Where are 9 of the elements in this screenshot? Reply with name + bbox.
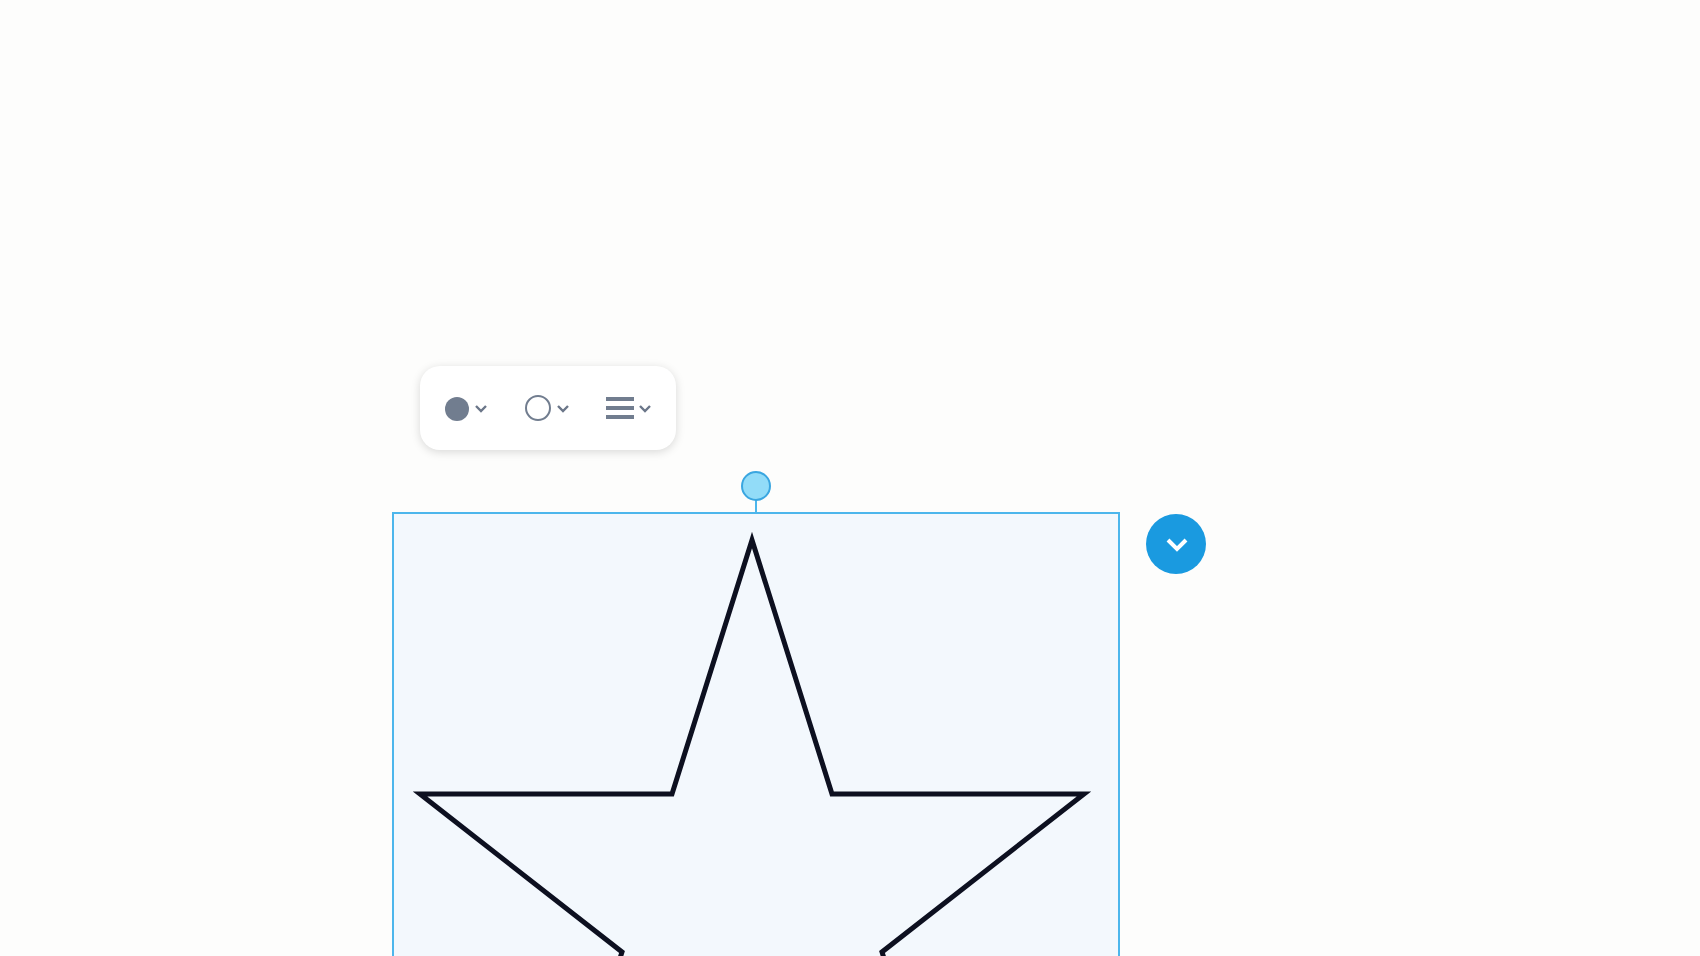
dropdown-button[interactable] (1146, 514, 1206, 574)
circle-outline-icon (524, 394, 552, 422)
caret-icon (556, 403, 570, 413)
lines-icon (606, 396, 634, 420)
rotate-handle[interactable] (740, 470, 772, 512)
caret-icon (638, 403, 652, 413)
chevron-down-icon (1165, 537, 1187, 551)
filled-circle-icon (444, 395, 470, 421)
caret-icon (474, 403, 488, 413)
